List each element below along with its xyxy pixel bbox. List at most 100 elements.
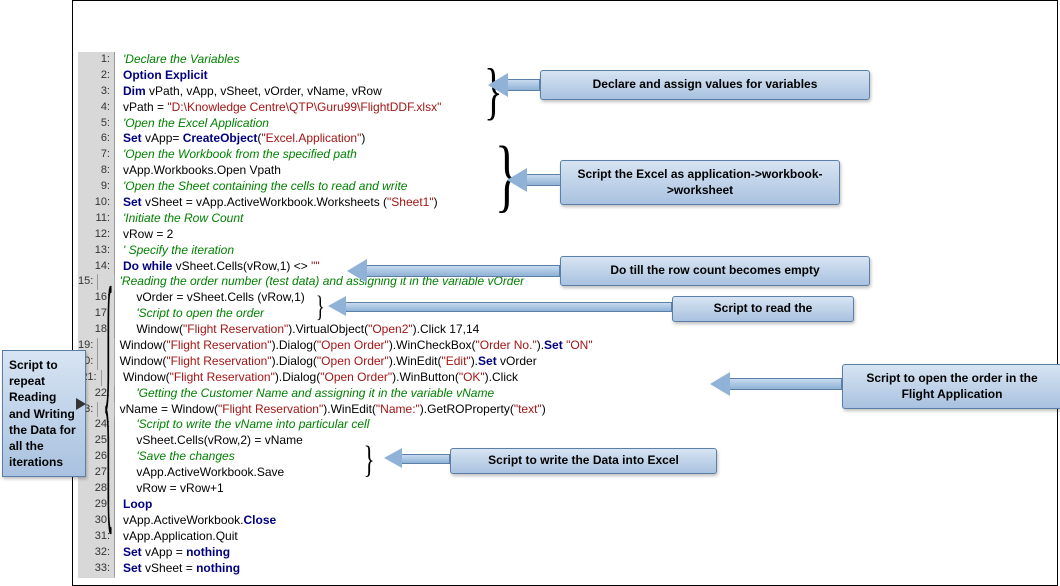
callout-excel-text: Script the Excel as application->workboo… — [577, 167, 822, 197]
code-text: Window("Flight Reservation").Dialog("Ope… — [98, 338, 592, 354]
arrow-1 — [506, 79, 540, 91]
code-line: 28: vRow = vRow+1 — [78, 481, 518, 497]
callout-declare-text: Declare and assign values for variables — [593, 77, 818, 91]
arrow-5-head — [710, 372, 730, 396]
line-number: 10: — [78, 195, 115, 211]
arrow-2 — [525, 174, 561, 186]
line-number: 8: — [78, 163, 115, 179]
code-line: 29:Loop — [78, 497, 518, 513]
code-text: 'Script to write the vName into particul… — [115, 417, 369, 433]
callout-excel: Script the Excel as application->workboo… — [560, 160, 840, 205]
code-text: vName = Window("Flight Reservation").Win… — [98, 402, 545, 418]
line-number: 9: — [78, 179, 115, 195]
line-number: 2: — [78, 68, 115, 84]
arrow-6 — [400, 454, 450, 464]
code-text: Set vSheet = vApp.ActiveWorkbook.Workshe… — [115, 195, 438, 211]
code-line: 13:' Specify the iteration — [78, 243, 518, 259]
code-text: Set vSheet = nothing — [115, 561, 240, 577]
code-line: 30:vApp.ActiveWorkbook.Close — [78, 513, 518, 529]
code-text: vApp.ActiveWorkbook.Save — [115, 465, 284, 481]
code-line: 7:'Open the Workbook from the specified … — [78, 147, 518, 163]
code-line: 4:vPath = "D:\Knowledge Centre\QTP\Guru9… — [78, 100, 518, 116]
line-number: 3: — [78, 84, 115, 100]
code-line: 32:Set vApp = nothing — [78, 545, 518, 561]
code-text: vPath = "D:\Knowledge Centre\QTP\Guru99\… — [115, 100, 441, 116]
code-text: Dim vPath, vApp, vSheet, vOrder, vName, … — [115, 84, 382, 100]
code-text: Window("Flight Reservation").Dialog("Ope… — [102, 370, 518, 386]
code-text: vApp.ActiveWorkbook.Close — [115, 513, 276, 529]
line-number: 1: — [78, 52, 115, 68]
code-text: 'Open the Excel Application — [115, 116, 269, 132]
code-text: Do while vSheet.Cells(vRow,1) <> "" — [115, 259, 320, 275]
code-text: 'Open the Sheet containing the cells to … — [115, 179, 407, 195]
arrow-4 — [345, 302, 672, 312]
code-line: 11:'Initiate the Row Count — [78, 211, 518, 227]
callout-openorder: Script to open the order in the Flight A… — [842, 364, 1060, 409]
code-text: Set vApp = nothing — [115, 545, 230, 561]
arrow-1-head — [488, 73, 508, 97]
code-text: 'Script to open the order — [115, 306, 264, 322]
code-text: vSheet.Cells(vRow,2) = vName — [115, 433, 303, 449]
callout-dowhile: Do till the row count becomes empty — [560, 256, 870, 286]
side-callout: Script to repeat Reading and Writing the… — [2, 350, 86, 477]
code-line: 2:Option Explicit — [78, 68, 518, 84]
code-text: vRow = 2 — [115, 227, 173, 243]
code-text: Loop — [115, 497, 152, 513]
code-text: Set vApp= CreateObject("Excel.Applicatio… — [115, 131, 365, 147]
callout-dowhile-text: Do till the row count becomes empty — [610, 263, 819, 277]
code-line: 6:Set vApp= CreateObject("Excel.Applicat… — [78, 131, 518, 147]
code-text: Window("Flight Reservation").Dialog("Ope… — [98, 354, 536, 370]
line-number: 7: — [78, 147, 115, 163]
brace-4: } — [364, 438, 375, 482]
code-line: 24: 'Script to write the vName into part… — [78, 417, 518, 433]
code-line: 23: vName = Window("Flight Reservation")… — [78, 402, 518, 418]
arrow-6-head — [384, 448, 402, 468]
arrow-side-head — [76, 398, 86, 410]
code-text: vApp.Workbooks.Open Vpath — [115, 163, 281, 179]
brace-3: } — [316, 290, 325, 324]
line-number: 11: — [78, 211, 115, 227]
code-line: 8:vApp.Workbooks.Open Vpath — [78, 163, 518, 179]
callout-write-text: Script to write the Data into Excel — [488, 453, 679, 467]
code-text: 'Getting the Customer Name and assigning… — [115, 386, 494, 402]
arrow-2-head — [507, 168, 527, 192]
arrow-4-head — [328, 296, 346, 316]
code-text: ' Specify the iteration — [115, 243, 234, 259]
code-text: 'Declare the Variables — [115, 52, 240, 68]
code-line: 19: Window("Flight Reservation").Dialog(… — [78, 338, 518, 354]
side-callout-text: Script to repeat Reading and Writing the… — [9, 358, 76, 469]
arrow-5 — [728, 378, 842, 390]
code-text: 'Initiate the Row Count — [115, 211, 243, 227]
code-line: 21: Window("Flight Reservation").Dialog(… — [78, 370, 518, 386]
line-number: 6: — [78, 131, 115, 147]
code-line: 5:'Open the Excel Application — [78, 116, 518, 132]
line-number: 5: — [78, 116, 115, 132]
arrow-3 — [365, 265, 560, 277]
code-line: 10:Set vSheet = vApp.ActiveWorkbook.Work… — [78, 195, 518, 211]
code-text: Option Explicit — [115, 68, 208, 84]
line-number: 15: — [78, 274, 98, 290]
code-line: 18: Window("Flight Reservation").Virtual… — [78, 322, 518, 338]
code-line: 22: 'Getting the Customer Name and assig… — [78, 386, 518, 402]
callout-read-text: Script to read the — [714, 301, 813, 315]
code-line: 12:vRow = 2 — [78, 227, 518, 243]
callout-read: Script to read the — [672, 296, 854, 322]
code-text: vApp.Application.Quit — [115, 529, 238, 545]
line-number: 4: — [78, 100, 115, 116]
code-text: 'Open the Workbook from the specified pa… — [115, 147, 357, 163]
code-text: vOrder = vSheet.Cells (vRow,1) — [115, 290, 305, 306]
arrow-3-head — [347, 259, 367, 283]
code-line: 33:Set vSheet = nothing — [78, 561, 518, 577]
code-line: 3:Dim vPath, vApp, vSheet, vOrder, vName… — [78, 84, 518, 100]
callout-write: Script to write the Data into Excel — [450, 448, 717, 474]
code-text: Window("Flight Reservation").VirtualObje… — [115, 322, 479, 338]
code-area: 1:'Declare the Variables2:Option Explici… — [78, 52, 518, 576]
code-text: 'Save the changes — [115, 449, 235, 465]
code-line: 9:'Open the Sheet containing the cells t… — [78, 179, 518, 195]
code-line: 20: Window("Flight Reservation").Dialog(… — [78, 354, 518, 370]
callout-declare: Declare and assign values for variables — [540, 70, 870, 100]
line-number: 33: — [78, 561, 115, 577]
code-line: 31:vApp.Application.Quit — [78, 529, 518, 545]
code-text: vRow = vRow+1 — [115, 481, 224, 497]
callout-openorder-text: Script to open the order in the Flight A… — [866, 371, 1037, 401]
